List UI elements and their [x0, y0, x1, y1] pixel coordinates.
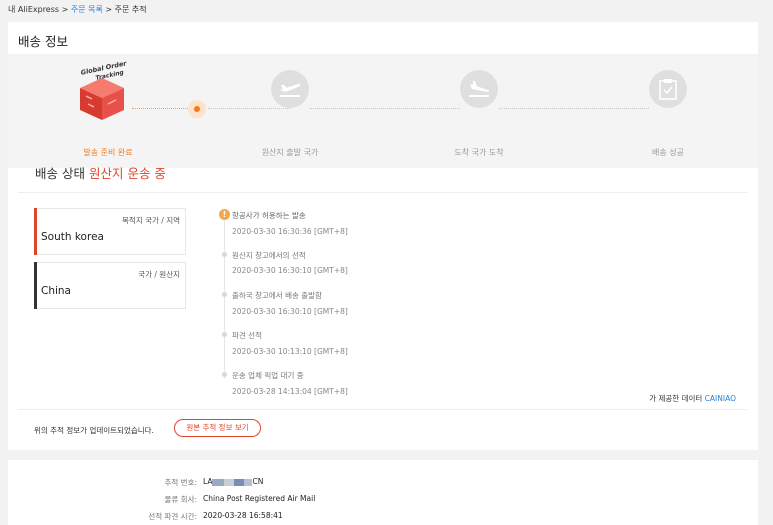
divider	[18, 409, 748, 410]
tracking-number-prefix: LA	[203, 477, 213, 486]
timeline-dot	[222, 372, 227, 377]
origin-box: 국가 / 원산지 China	[34, 262, 186, 309]
progress-steps: Global Order Tracking 발송 준비 완료 원산지 출발 국가…	[8, 54, 758, 168]
tracking-number-label: 추적 번호:	[164, 478, 197, 487]
breadcrumb-home[interactable]: 내 AliExpress	[8, 5, 59, 14]
progress-line	[310, 108, 460, 109]
origin-accent-bar	[34, 262, 37, 309]
view-original-tracking-button[interactable]: 원본 추적 정보 보기	[174, 419, 261, 437]
plane-takeoff-icon	[271, 70, 309, 108]
breadcrumb-separator: >	[102, 5, 115, 14]
event-time: 2020-03-30 16:30:36 [GMT+8]	[232, 227, 348, 236]
plane-landing-icon	[460, 70, 498, 108]
tracking-number-suffix: CN	[252, 477, 264, 486]
event-title: 원산지 창고에서의 선적	[232, 251, 306, 260]
origin-country: China	[41, 285, 71, 297]
update-note: 위의 추적 정보가 업데이트되었습니다.	[34, 426, 154, 435]
shipped-time-label: 선적 파견 시간:	[148, 512, 197, 521]
provider-text: 가 제공한 데이터	[649, 394, 703, 403]
page-title: 배송 정보	[18, 34, 68, 49]
breadcrumb-current: 주문 추적	[114, 5, 147, 14]
redacted-block	[212, 478, 253, 486]
step-ready-icon: Global Order Tracking	[74, 59, 130, 120]
clipboard-check-icon	[649, 70, 687, 108]
timeline-dot	[222, 332, 227, 337]
carrier-name: China Post Registered Air Mail	[203, 494, 316, 503]
progress-line	[499, 108, 649, 109]
shipped-time: 2020-03-28 16:58:41	[203, 511, 283, 520]
step-label-delivered: 배송 성공	[652, 148, 684, 157]
carrier-label: 물류 회사:	[164, 495, 197, 504]
breadcrumb-orders-link[interactable]: 주문 목록	[71, 5, 103, 14]
event-title: 파견 선적	[232, 331, 262, 340]
event-title: 출하국 창고에서 배송 출발함	[232, 291, 322, 300]
tracking-details-card: 추적 번호: LA CN 물류 회사: China Post Registered…	[8, 460, 758, 525]
destination-accent-bar	[34, 208, 37, 255]
divider	[18, 192, 748, 193]
event-time: 2020-03-28 14:13:04 [GMT+8]	[232, 387, 348, 396]
current-position-dot	[188, 100, 206, 118]
timeline-dot	[222, 292, 227, 297]
status-value: 원산지 운송 중	[88, 166, 166, 181]
status-prefix: 배송 상태	[35, 166, 85, 181]
latest-event-icon: !	[219, 209, 230, 220]
progress-line-done	[132, 108, 190, 109]
destination-box: 목적지 국가 / 지역 South korea	[34, 208, 186, 255]
provider-link[interactable]: CAINIAO	[705, 394, 736, 403]
shipping-status: 배송 상태 원산지 운송 중	[35, 163, 166, 182]
breadcrumb: 내 AliExpress > 주문 목록 > 주문 추적	[8, 4, 147, 15]
tracking-number: LA CN	[203, 477, 263, 486]
event-title: 운송 업체 픽업 대기 중	[232, 371, 304, 380]
step-label-ready: 발송 준비 완료	[83, 148, 133, 157]
breadcrumb-separator: >	[59, 5, 71, 14]
destination-caption: 목적지 국가 / 지역	[122, 216, 180, 225]
data-provider: 가 제공한 데이터 CAINIAO	[649, 393, 736, 404]
event-time: 2020-03-30 16:30:10 [GMT+8]	[232, 266, 348, 275]
shipping-info-card: 배송 정보 Global Order Tracking 발송 준비 완료 원산지…	[8, 22, 758, 450]
step-label-departed: 원산지 출발 국가	[261, 148, 319, 157]
origin-caption: 국가 / 원산지	[138, 270, 180, 279]
progress-line	[208, 108, 290, 109]
step-label-arrived: 도착 국가 도착	[454, 148, 504, 157]
timeline-dot	[222, 252, 227, 257]
destination-country: South korea	[41, 231, 104, 243]
event-time: 2020-03-30 16:30:10 [GMT+8]	[232, 307, 348, 316]
event-time: 2020-03-30 10:13:10 [GMT+8]	[232, 347, 348, 356]
timeline-line	[224, 219, 225, 379]
event-title: 항공사가 허용하는 발송	[232, 211, 306, 220]
